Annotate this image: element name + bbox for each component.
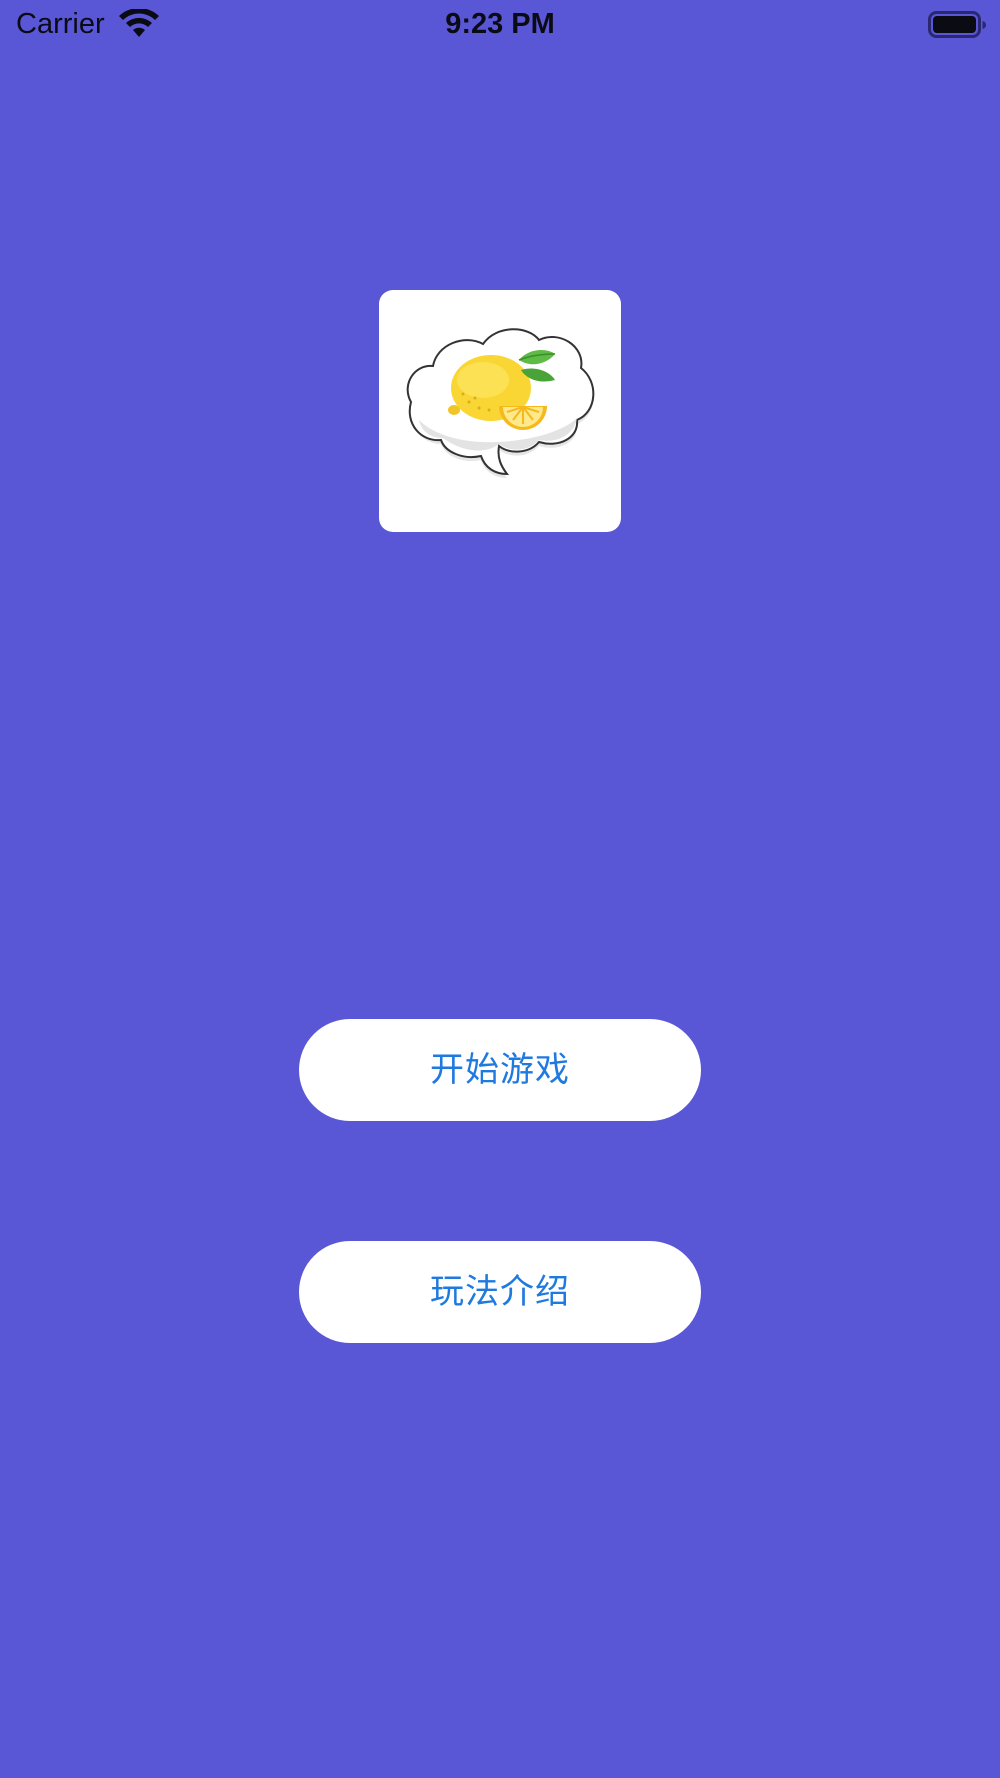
clock-time: 9:23 PM: [445, 8, 555, 40]
lemon-speech-bubble-icon: [379, 290, 621, 532]
start-game-button[interactable]: 开始游戏: [299, 1019, 701, 1121]
how-to-play-button[interactable]: 玩法介绍: [299, 1241, 701, 1343]
battery-icon: [928, 10, 988, 40]
status-bar: Carrier 9:23 PM: [0, 0, 1000, 52]
